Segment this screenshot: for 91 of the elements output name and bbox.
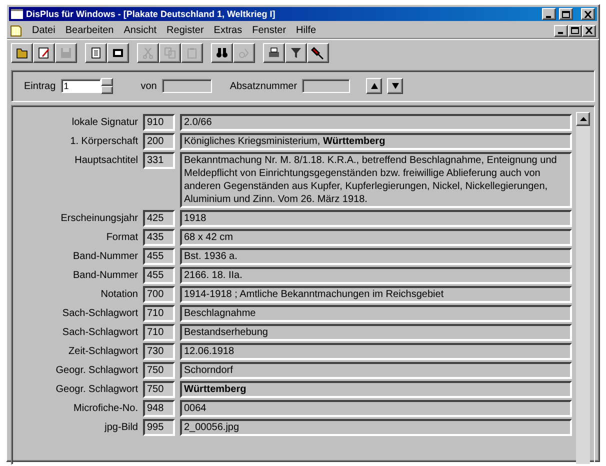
field-code: 750 xyxy=(143,381,175,398)
window-title: DisPlus für Windows - [Plakate Deutschland 1, Weltkrieg I] xyxy=(26,9,276,19)
scissors-icon xyxy=(140,45,156,61)
field-code: 710 xyxy=(143,324,175,341)
app-icon xyxy=(11,9,23,19)
maximize-icon xyxy=(562,10,570,18)
field-code: 455 xyxy=(143,267,175,284)
spin-button[interactable] xyxy=(100,78,113,94)
field-code: 730 xyxy=(143,343,175,360)
paragraph-field xyxy=(302,79,350,93)
field-label: Erscheinungsjahr xyxy=(60,212,138,226)
maximize-icon xyxy=(571,27,579,34)
field-code: 995 xyxy=(143,419,175,436)
restore-button[interactable] xyxy=(568,24,582,36)
toolbar-button[interactable] xyxy=(211,43,233,63)
field-value: Württemberg xyxy=(180,381,572,398)
menu-item[interactable]: Bearbeiten xyxy=(65,25,114,36)
entry-field[interactable]: 1 xyxy=(60,79,101,93)
menu-item[interactable]: Fenster xyxy=(252,25,286,36)
toolbar-button[interactable] xyxy=(85,43,107,63)
minimize-button[interactable] xyxy=(542,8,556,20)
field-label: Zeit-Schlagwort xyxy=(68,345,138,359)
paragraph-label: Absatznummer xyxy=(230,80,298,92)
field-label: Sach-Schlagwort xyxy=(61,326,138,340)
field-value: 2.0/66 xyxy=(180,114,572,131)
field-value: Beschlagnahme xyxy=(180,305,572,322)
field-label: Band-Nummer xyxy=(72,269,138,283)
close-button[interactable] xyxy=(582,24,596,36)
document-icon xyxy=(10,24,22,36)
menu-item[interactable]: Datei xyxy=(32,25,56,36)
field-label: 1. Körperschaft xyxy=(69,135,138,149)
menu-item[interactable]: Hilfe xyxy=(296,25,316,36)
menu-item[interactable]: Register xyxy=(166,25,204,36)
field-label: Band-Nummer xyxy=(72,250,138,264)
close-button[interactable] xyxy=(581,8,595,20)
close-icon xyxy=(585,27,593,34)
toolbar-button[interactable] xyxy=(33,43,55,63)
down-button[interactable] xyxy=(387,78,404,94)
copy-icon xyxy=(162,45,178,61)
field-value: 1918 xyxy=(180,210,572,227)
field-label: Sach-Schlagwort xyxy=(61,307,138,321)
field-code: 700 xyxy=(143,286,175,303)
entry-label: Eintrag xyxy=(24,80,56,92)
field-code: 435 xyxy=(143,229,175,246)
toolbar-button[interactable] xyxy=(285,43,307,63)
field-value: 0064 xyxy=(180,400,572,417)
menu-item[interactable]: Ansicht xyxy=(124,25,157,36)
field-code: 910 xyxy=(143,114,175,131)
field-value: 12.06.1918 xyxy=(180,343,572,360)
field-label: Format xyxy=(105,231,138,245)
scroll-up-button[interactable] xyxy=(576,112,590,126)
toolbar-button[interactable] xyxy=(263,43,285,63)
field-code: 200 xyxy=(143,133,175,150)
field-code: 750 xyxy=(143,362,175,379)
field-label: Geogr. Schlagwort xyxy=(54,383,138,397)
maximize-button[interactable] xyxy=(559,8,573,20)
field-code: 425 xyxy=(143,210,175,227)
up-arrow-icon xyxy=(580,117,586,121)
field-label: Geogr. Schlagwort xyxy=(54,364,138,378)
field-value: 1914-1918 ; Amtliche Bekanntmachungen im Reichsgebiet xyxy=(180,286,572,303)
funnel-icon xyxy=(288,45,304,61)
field-code: 331 xyxy=(143,152,175,169)
field-value: Bestandserhebung xyxy=(180,324,572,341)
minimize-button[interactable] xyxy=(554,24,568,36)
toolbar-button[interactable] xyxy=(107,43,129,63)
toolbar-button[interactable] xyxy=(307,43,329,63)
menu-item[interactable]: Extras xyxy=(214,25,242,36)
field-value: Königliches Kriegsministerium, Württemberg xyxy=(180,133,572,150)
field-code: 948 xyxy=(143,400,175,417)
field-code: 455 xyxy=(143,248,175,265)
field-value: 2_00056.jpg xyxy=(180,419,572,436)
pencil-icon xyxy=(36,45,52,61)
field-value: 2166. 18. IIa. xyxy=(180,267,572,284)
count-field xyxy=(162,79,212,93)
field-value: 68 x 42 cm xyxy=(180,229,572,246)
scrollbar[interactable] xyxy=(576,112,590,464)
field-value: Bst. 1936 a. xyxy=(180,248,572,265)
of-label: von xyxy=(140,80,157,92)
down-arrow-icon xyxy=(392,83,399,89)
field-value: Schorndorf xyxy=(180,362,572,379)
up-button[interactable] xyxy=(366,78,382,94)
field-label: Microfiche-No. xyxy=(72,402,138,416)
field-code: 710 xyxy=(143,305,175,322)
field-label: jpg-Bild xyxy=(103,421,138,435)
up-arrow-icon xyxy=(370,83,378,89)
field-label: lokale Signatur xyxy=(70,116,138,130)
field-label: Notation xyxy=(100,288,138,302)
close-icon xyxy=(584,10,592,18)
field-label: Hauptsachtitel xyxy=(74,154,138,168)
field-value: Bekanntmachung Nr. M. 8/1.18. K.R.A., betreffend Beschlagnahme, Enteignung und Meldepflicht von Einrichtungsgegenständen bzw. freiwillige Ablieferung auch von anderen Gegenständen aus Kupfer, Kupferlegierungen, Nickel, Nickellegierungen, Aluminium und Zinn. Vom 26. März 1918. xyxy=(180,152,572,208)
toolbar-button[interactable] xyxy=(11,43,33,63)
